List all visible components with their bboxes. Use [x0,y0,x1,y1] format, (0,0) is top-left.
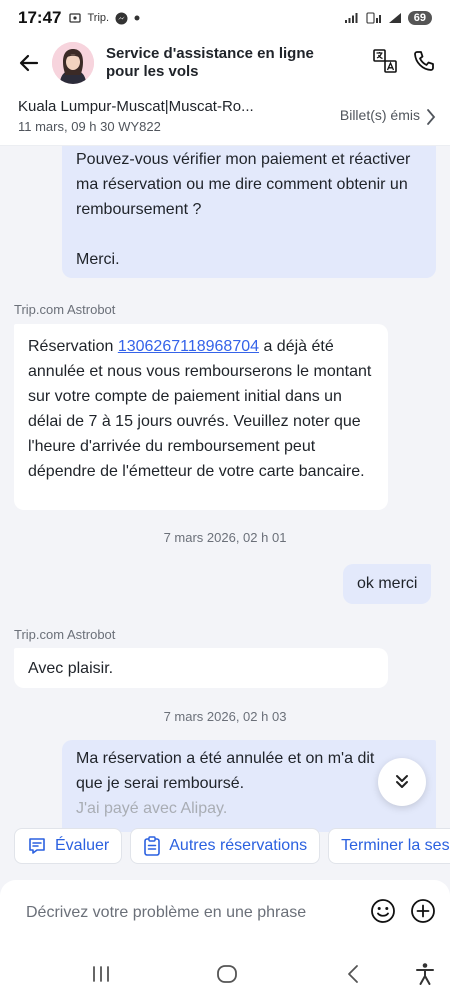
arrow-left-icon [19,54,39,72]
attach-button[interactable] [410,898,436,929]
double-chevron-down-icon [396,775,408,788]
smiley-icon [371,898,395,923]
user-message: ok merci [343,564,432,604]
dot-icon [134,15,140,21]
booking-status: Billet(s) émis [339,107,420,123]
emoji-button[interactable] [370,898,396,929]
status-system-icons: 69 [344,11,432,25]
user-message-line: Ma réservation a été annulée et on m'a d… [76,750,375,767]
translate-button[interactable] [372,48,398,79]
user-message: Pouvez-vous vérifier mon paiement et réa… [62,146,436,278]
user-message-paragraph: Merci. [76,251,120,268]
phone-icon [414,50,434,71]
booking-summary[interactable]: Kuala Lumpur-Muscat|Muscat-Ro... 11 mars… [0,90,450,146]
message-composer [0,880,450,946]
bot-message-text: Réservation [28,338,118,355]
status-bar: 17:47 Trip. 69 [0,0,450,36]
message-timestamp: 7 mars 2026, 02 h 01 [163,530,287,545]
chevron-left-icon [348,965,358,983]
signal-5g-icon [366,12,381,24]
quick-actions-bar: Évaluer Autres réservations Terminer la … [0,828,450,870]
bot-sender-name: Trip.com Astrobot [14,627,116,642]
chat-header: Service d'assistance en ligne pour les v… [0,36,450,90]
chat-title: Service d'assistance en ligne pour les v… [106,45,314,80]
bot-message-text: a déjà été annulée et nous vous rembours… [28,338,372,480]
user-message-line: J'ai payé avec Alipay. [76,800,228,817]
status-carrier: Trip. [87,12,110,24]
screenshot-icon [69,13,82,23]
other-bookings-label: Autres réservations [169,837,308,854]
accessibility-button[interactable] [412,961,438,987]
bot-message: Avec plaisir. [14,648,388,688]
message-timestamp: 7 mars 2026, 02 h 03 [163,709,287,724]
rate-button-label: Évaluer [55,837,110,854]
user-message-paragraph: Pouvez-vous vérifier mon paiement et réa… [76,151,411,218]
end-session-label: Terminer la session [341,837,450,854]
agent-avatar-image [52,42,94,84]
call-button[interactable] [412,49,436,78]
status-time: 17:47 [18,8,62,27]
header-actions [372,48,436,79]
nav-back-button[interactable] [340,962,366,986]
end-session-button[interactable]: Terminer la session [328,828,450,864]
bot-message: Réservation 1306267118968704 a déjà été … [14,324,388,510]
signal-bars-icon [388,13,401,23]
user-message-line: que je serai remboursé. [76,775,245,792]
rate-button[interactable]: Évaluer [14,828,123,864]
recent-apps-icon [93,966,109,982]
other-bookings-button[interactable]: Autres réservations [130,828,321,864]
clipboard-icon [144,836,161,856]
home-icon [217,965,237,983]
scroll-to-bottom-button[interactable] [378,758,426,806]
message-input[interactable] [26,904,346,922]
comment-icon [29,838,45,854]
system-navigation-bar [0,946,450,1000]
agent-avatar [52,42,94,84]
signal-icon [344,13,358,23]
plus-circle-icon [411,898,435,923]
chevron-right-icon [427,109,436,125]
user-message-text: ok merci [357,575,418,592]
battery-indicator: 69 [407,11,432,25]
home-button[interactable] [214,961,240,987]
recent-apps-button[interactable] [88,962,114,986]
back-button[interactable] [14,48,44,78]
translate-icon [373,48,397,73]
bot-sender-name: Trip.com Astrobot [14,302,116,317]
composer-actions [370,898,436,929]
bot-message-text: Avec plaisir. [28,660,114,677]
booking-number-link[interactable]: 1306267118968704 [118,338,259,355]
accessibility-icon [416,963,434,985]
chat-messages[interactable]: Pouvez-vous vérifier mon paiement et réa… [0,146,450,832]
messenger-icon [115,12,128,24]
status-notification-icons: Trip. [69,12,140,25]
